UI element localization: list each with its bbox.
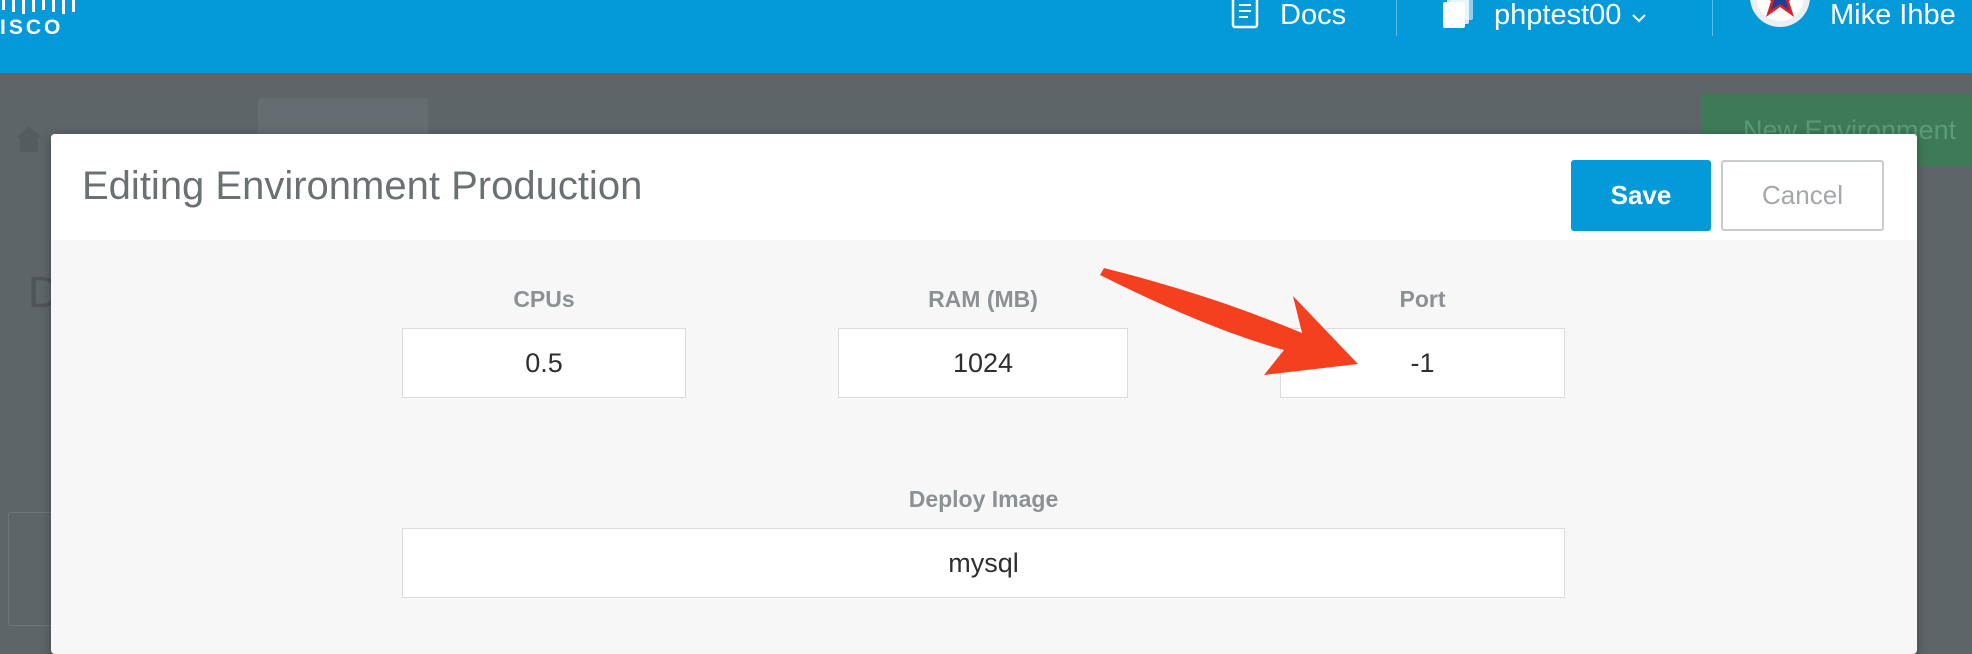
- annotation-arrow: [1100, 268, 1358, 375]
